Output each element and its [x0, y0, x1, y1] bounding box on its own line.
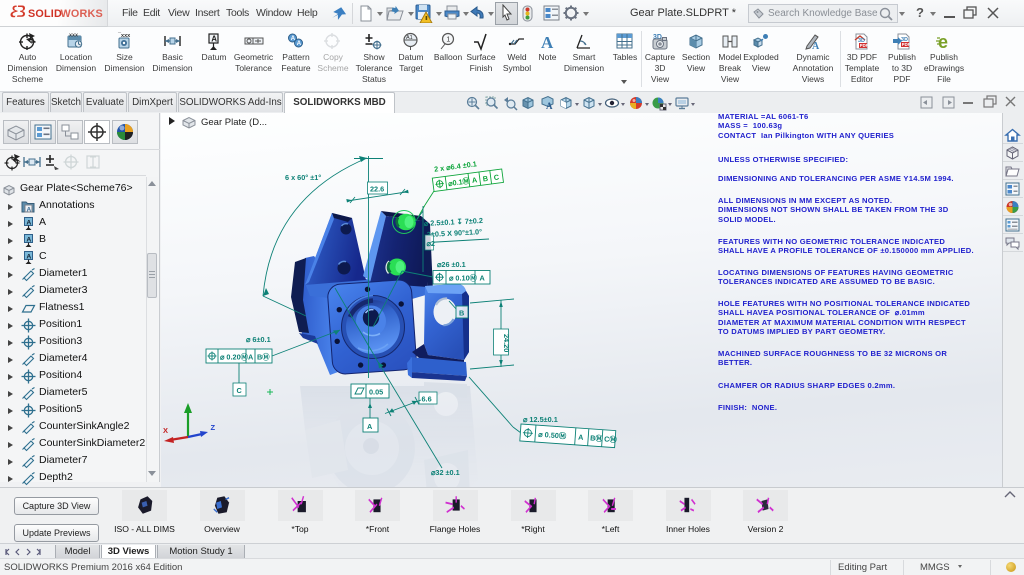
svg-text:Z: Z — [211, 423, 216, 432]
svg-text:A: A — [546, 101, 553, 111]
svg-text:22.6: 22.6 — [370, 185, 384, 194]
svg-text:6.6: 6.6 — [422, 395, 432, 404]
svg-text:A: A — [26, 219, 31, 226]
svg-text:WORKS: WORKS — [61, 8, 103, 20]
svg-text:24.20: 24.20 — [502, 334, 511, 352]
svg-text:⌀ 0.10Ⓜ: ⌀ 0.10Ⓜ — [449, 274, 478, 283]
svg-text:A: A — [26, 236, 31, 243]
svg-text:2 x ⌀6.4 ±0.1: 2 x ⌀6.4 ±0.1 — [434, 159, 478, 174]
svg-text:B: B — [459, 309, 464, 318]
svg-text:C: C — [237, 386, 243, 395]
svg-text:⌀2: ⌀2 — [427, 239, 435, 248]
svg-text:A: A — [812, 41, 820, 51]
svg-text:⌀ 6±0.1: ⌀ 6±0.1 — [246, 335, 271, 344]
svg-text:A: A — [211, 35, 217, 44]
svg-text:PDF: PDF — [902, 42, 911, 47]
svg-text:0.05: 0.05 — [369, 388, 383, 397]
svg-text:6 x 60° ±1°: 6 x 60° ±1° — [285, 173, 321, 182]
svg-text:A: A — [27, 206, 32, 213]
svg-text:A: A — [26, 253, 31, 260]
svg-text:A1: A1 — [406, 35, 413, 41]
svg-text:⌀26 ±0.1: ⌀26 ±0.1 — [437, 260, 466, 269]
svg-text:CⓂ: CⓂ — [604, 434, 618, 444]
svg-text:⌀ 0.20Ⓜ: ⌀ 0.20Ⓜ — [220, 353, 249, 362]
svg-text:e: e — [938, 32, 948, 51]
svg-text:BⓂ: BⓂ — [590, 433, 604, 443]
svg-text:PDF: PDF — [860, 43, 869, 48]
svg-text:⌀32 ±0.1: ⌀32 ±0.1 — [431, 468, 460, 477]
svg-text:⌀ 12.5±0.1: ⌀ 12.5±0.1 — [523, 415, 558, 424]
svg-text:⌀ 2.5±0.1 ↧ 7±0.2: ⌀ 2.5±0.1 ↧ 7±0.2 — [424, 216, 483, 228]
svg-text:A: A — [480, 274, 486, 283]
svg-text:A: A — [367, 422, 373, 431]
svg-text:3±0.5 X 90°±1.0°: 3±0.5 X 90°±1.0° — [427, 227, 483, 239]
svg-text:X: X — [163, 426, 168, 435]
svg-text:XXX: XXX — [69, 33, 78, 38]
svg-text:BⓂ: BⓂ — [257, 353, 270, 362]
svg-text:SOLID: SOLID — [28, 8, 62, 20]
svg-text:A: A — [248, 353, 254, 362]
